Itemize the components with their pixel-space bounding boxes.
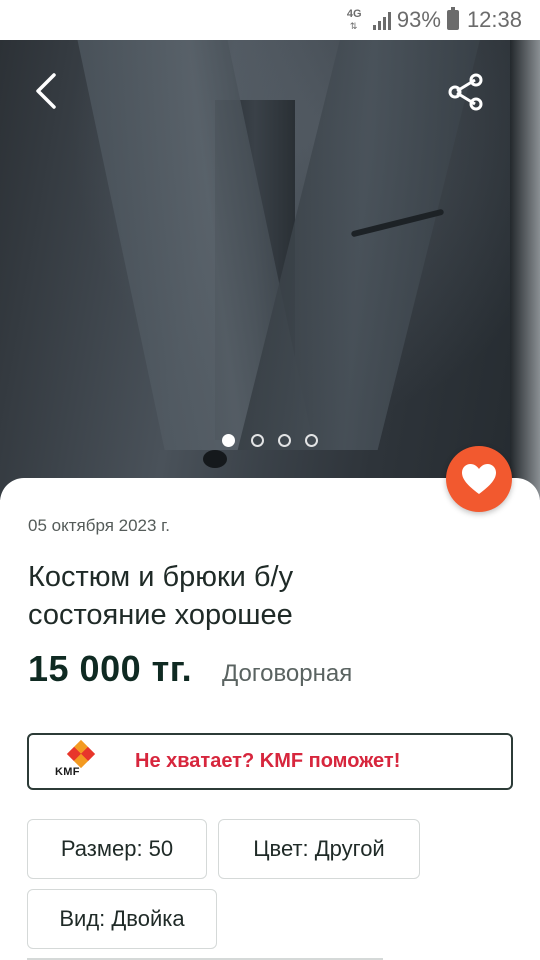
clock: 12:38 <box>466 7 522 32</box>
kmf-logo: KMF <box>55 739 109 782</box>
signal-icon <box>372 10 391 30</box>
status-bar: 4G ⇅ 93% 12:38 <box>0 0 540 40</box>
kmf-banner-text: Не хватает? KMF поможет! <box>135 750 401 772</box>
kmf-loan-banner[interactable]: KMF Не хватает? KMF поможет! <box>27 733 513 790</box>
attribute-color-chip[interactable]: Цвет: Другой <box>218 819 420 879</box>
listing-date: 05 октября 2023 г. <box>28 516 171 535</box>
gallery-dot[interactable] <box>305 434 318 447</box>
gallery-dot[interactable] <box>222 434 235 447</box>
negotiable-label: Договорная <box>222 660 353 687</box>
listing-card <box>0 478 540 960</box>
listing-price: 15 000 тг. <box>28 648 193 689</box>
network-icon: 4G ⇅ <box>346 8 362 31</box>
share-button[interactable] <box>440 66 492 118</box>
attribute-size-chip[interactable]: Размер: 50 <box>27 819 207 879</box>
gallery-dot[interactable] <box>251 434 264 447</box>
kmf-logo-text: KMF <box>55 765 80 778</box>
share-icon <box>448 73 483 111</box>
battery-percent: 93% <box>396 7 441 32</box>
listing-title-line: состояние хорошее <box>28 599 293 631</box>
heart-icon <box>462 464 496 494</box>
network-type: 4G <box>346 8 362 20</box>
attribute-kind-chip[interactable]: Вид: Двойка <box>27 889 217 949</box>
listing-title-line: Костюм и брюки б/у <box>28 561 294 593</box>
gallery-indicator <box>0 434 540 448</box>
back-button[interactable] <box>22 66 72 116</box>
listing-title: Костюм и брюки б/у состояние хорошее <box>28 558 508 634</box>
favorite-button[interactable] <box>446 446 512 512</box>
battery-icon <box>446 7 459 30</box>
chevron-left-icon <box>36 73 56 109</box>
gallery-dot[interactable] <box>278 434 291 447</box>
